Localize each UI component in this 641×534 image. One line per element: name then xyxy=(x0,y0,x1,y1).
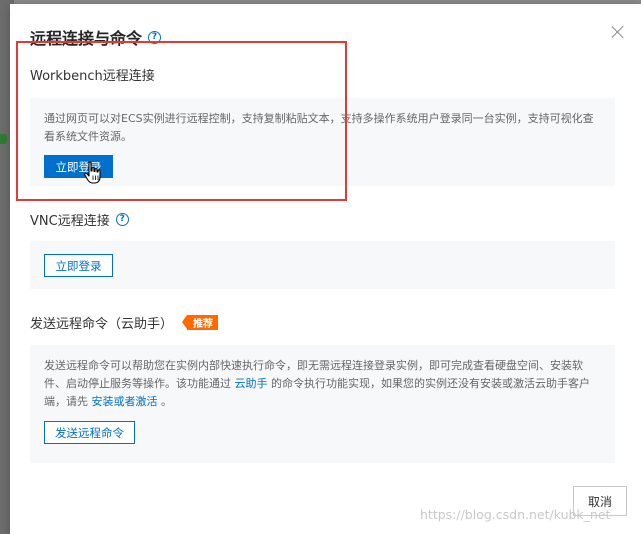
cloud-assistant-link[interactable]: 云助手 xyxy=(235,377,268,390)
vnc-label: VNC远程连接 xyxy=(30,213,110,229)
dialog-title: 远程连接与命令 xyxy=(30,29,143,48)
background-status-marker xyxy=(0,134,7,144)
cloud-assistant-section-label: 发送远程命令（云助手） 推荐 xyxy=(30,313,219,332)
vnc-panel: 立即登录 xyxy=(30,241,615,289)
dialog-header: 远程连接与命令 ? xyxy=(30,24,162,50)
workbench-login-button[interactable]: 立即登录 xyxy=(44,155,113,178)
send-remote-command-button[interactable]: 发送远程命令 xyxy=(44,421,135,444)
cloud-assistant-description: 发送远程命令可以帮助您在实例内部快速执行命令，即无需远程连接登录实例，即可完成查… xyxy=(44,357,601,411)
cloud-assistant-label: 发送远程命令（云助手） xyxy=(30,316,174,332)
desc-text-3: 。 xyxy=(157,395,172,408)
workbench-description: 通过网页可以对ECS实例进行远程控制，支持复制粘贴文本，支持多操作系统用户登录同… xyxy=(44,112,594,143)
install-activate-link[interactable]: 安装或者激活 xyxy=(92,395,158,408)
help-icon[interactable]: ? xyxy=(148,30,162,44)
workbench-panel: 通过网页可以对ECS实例进行远程控制，支持复制粘贴文本，支持多操作系统用户登录同… xyxy=(30,98,615,186)
close-icon[interactable] xyxy=(611,25,625,39)
vnc-section-label: VNC远程连接 ? xyxy=(30,210,129,229)
cancel-button[interactable]: 取消 xyxy=(573,486,627,516)
workbench-section-label: Workbench远程连接 xyxy=(30,65,155,84)
vnc-help-icon[interactable]: ? xyxy=(115,212,129,226)
recommend-badge: 推荐 xyxy=(182,314,219,330)
remote-connection-dialog: 远程连接与命令 ? Workbench远程连接 通过网页可以对ECS实例进行远程… xyxy=(10,4,641,534)
workbench-label: Workbench远程连接 xyxy=(30,68,155,84)
vnc-login-button[interactable]: 立即登录 xyxy=(44,254,113,277)
cloud-assistant-panel: 发送远程命令可以帮助您在实例内部快速执行命令，即无需远程连接登录实例，即可完成查… xyxy=(30,345,615,463)
